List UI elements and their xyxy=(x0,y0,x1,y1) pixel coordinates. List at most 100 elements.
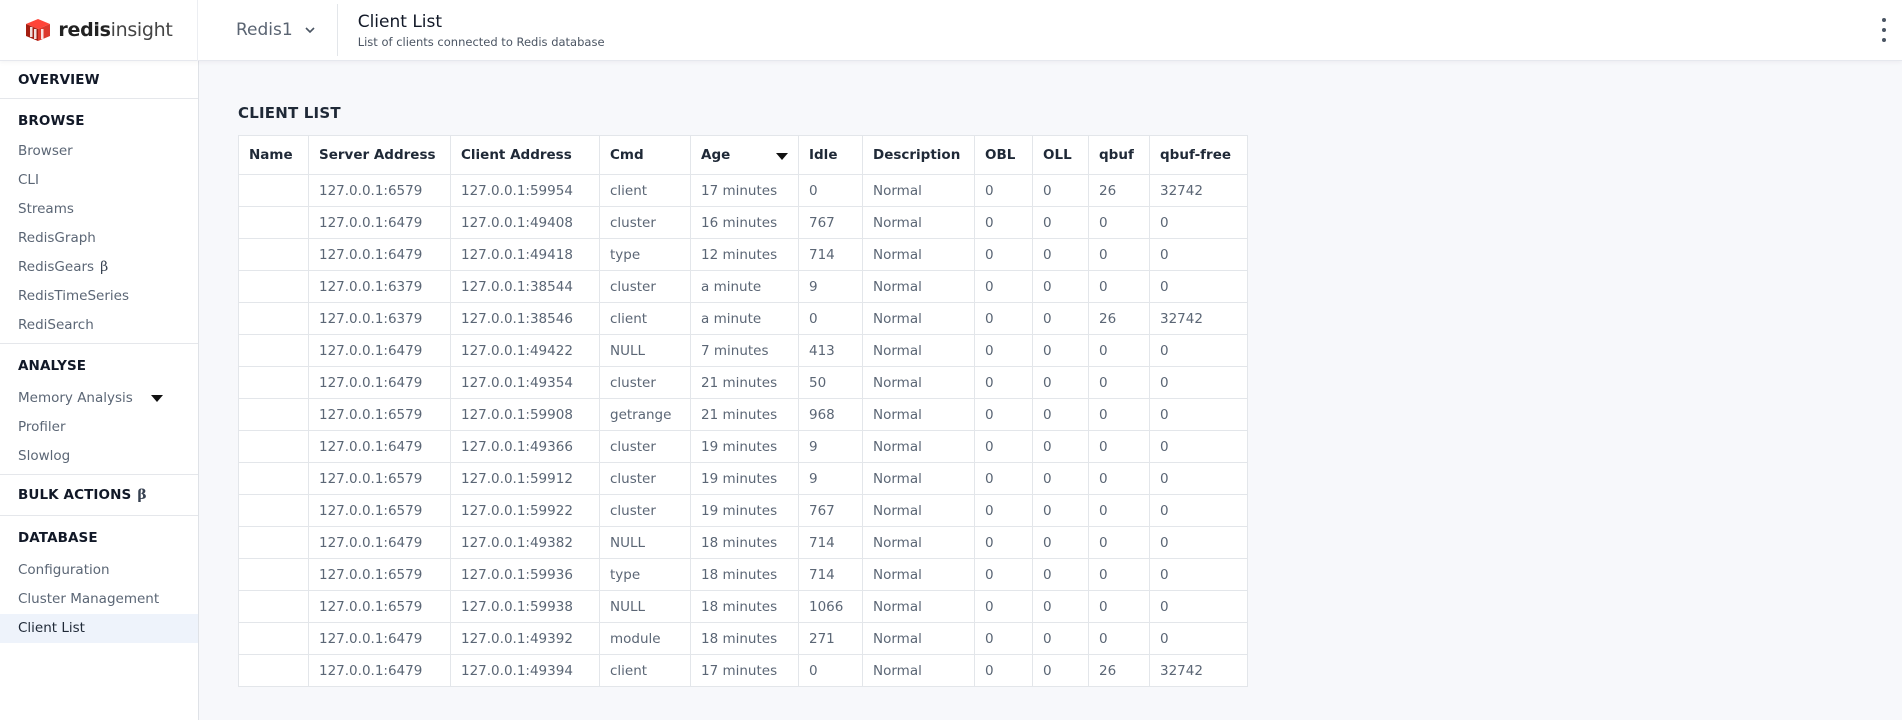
column-header-server-address[interactable]: Server Address xyxy=(308,135,451,175)
cell-obl: 0 xyxy=(974,270,1033,303)
cell-idle: 9 xyxy=(798,430,863,463)
logo-text: redisinsight xyxy=(58,19,173,41)
cell-oll: 0 xyxy=(1032,558,1089,591)
table-row[interactable]: 127.0.0.1:6579 127.0.0.1:59954 client 17 mi… xyxy=(238,174,1248,207)
chevron-down-icon xyxy=(305,27,315,34)
section-title-browse: BROWSE xyxy=(18,113,85,129)
cell-qbuf-free: 0 xyxy=(1149,494,1248,527)
column-header-name[interactable]: Name xyxy=(238,135,309,175)
sidebar-item-configuration[interactable]: Configuration xyxy=(0,556,198,585)
cell-server-address: 127.0.0.1:6379 xyxy=(308,302,451,335)
table-row[interactable]: 127.0.0.1:6579 127.0.0.1:59922 cluster 19 m… xyxy=(238,494,1248,527)
cell-server-address: 127.0.0.1:6579 xyxy=(308,558,451,591)
cell-cmd: cluster xyxy=(599,494,691,527)
cell-server-address: 127.0.0.1:6479 xyxy=(308,206,451,239)
table-row[interactable]: 127.0.0.1:6479 127.0.0.1:49408 cluster 16 m… xyxy=(238,206,1248,239)
column-label: Description xyxy=(873,147,961,163)
column-header-cmd[interactable]: Cmd xyxy=(599,135,691,175)
cell-qbuf-free: 0 xyxy=(1149,366,1248,399)
logo[interactable]: redisinsight xyxy=(0,0,198,61)
cell-qbuf-free: 32742 xyxy=(1149,174,1248,207)
sidebar-item-browser[interactable]: Browser xyxy=(0,137,198,166)
nav-label: Profiler xyxy=(18,419,66,435)
cell-qbuf-free: 0 xyxy=(1149,526,1248,559)
page-title: Client List xyxy=(357,11,443,32)
cell-client-address: 127.0.0.1:49366 xyxy=(450,430,600,463)
cell-description: Normal xyxy=(862,302,975,335)
cell-cmd: NULL xyxy=(599,334,691,367)
cell-cmd: cluster xyxy=(599,462,691,495)
cell-idle: 0 xyxy=(798,302,863,335)
cell-qbuf-free: 0 xyxy=(1149,622,1248,655)
column-header-age[interactable]: Age xyxy=(690,135,799,175)
table-row[interactable]: 127.0.0.1:6479 127.0.0.1:49418 type 12 minu… xyxy=(238,238,1248,271)
table-row[interactable]: 127.0.0.1:6479 127.0.0.1:49366 cluster 19 m… xyxy=(238,430,1248,463)
cell-obl: 0 xyxy=(974,398,1033,431)
caret-down-icon[interactable] xyxy=(151,395,163,402)
table-row[interactable]: 127.0.0.1:6479 127.0.0.1:49392 module 18 mi… xyxy=(238,622,1248,655)
sidebar-bulk-actions[interactable]: BULK ACTIONS β xyxy=(0,475,198,515)
cell-description: Normal xyxy=(862,654,975,687)
table-row[interactable]: 127.0.0.1:6579 127.0.0.1:59938 NULL 18 minu… xyxy=(238,590,1248,623)
sort-descending-icon[interactable] xyxy=(776,153,788,160)
cell-age: a minute xyxy=(690,302,799,335)
column-header-oll[interactable]: OLL xyxy=(1032,135,1089,175)
column-header-client-address[interactable]: Client Address xyxy=(450,135,600,175)
sidebar-item-redisgraph[interactable]: RedisGraph xyxy=(0,224,198,253)
sidebar-item-cluster-management[interactable]: Cluster Management xyxy=(0,585,198,614)
cell-idle: 767 xyxy=(798,206,863,239)
table-row[interactable]: 127.0.0.1:6379 127.0.0.1:38544 cluster a mi… xyxy=(238,270,1248,303)
cell-obl: 0 xyxy=(974,526,1033,559)
cell-name xyxy=(238,398,309,431)
cell-oll: 0 xyxy=(1032,462,1089,495)
sidebar-item-memory-analysis[interactable]: Memory Analysis xyxy=(0,384,198,413)
sidebar-item-redistimeseries[interactable]: RedisTimeSeries xyxy=(0,282,198,311)
kebab-menu-icon[interactable] xyxy=(1878,18,1890,42)
cell-description: Normal xyxy=(862,526,975,559)
column-header-qbuf-free[interactable]: qbuf-free xyxy=(1149,135,1248,175)
column-header-qbuf[interactable]: qbuf xyxy=(1088,135,1150,175)
nav-label: RediSearch xyxy=(18,317,94,333)
table-row[interactable]: 127.0.0.1:6479 127.0.0.1:49354 cluster 21 m… xyxy=(238,366,1248,399)
nav-label: Streams xyxy=(18,201,74,217)
cell-server-address: 127.0.0.1:6479 xyxy=(308,430,451,463)
cell-qbuf: 0 xyxy=(1088,270,1150,303)
column-header-description[interactable]: Description xyxy=(862,135,975,175)
column-header-obl[interactable]: OBL xyxy=(974,135,1033,175)
cell-cmd: type xyxy=(599,238,691,271)
table-row[interactable]: 127.0.0.1:6379 127.0.0.1:38546 client a min… xyxy=(238,302,1248,335)
database-selector[interactable]: Redis1 xyxy=(198,0,337,61)
sidebar-item-overview[interactable]: OVERVIEW xyxy=(0,72,118,88)
sidebar-item-slowlog[interactable]: Slowlog xyxy=(0,442,198,471)
column-label: Server Address xyxy=(319,147,436,163)
cell-cmd: cluster xyxy=(599,270,691,303)
cell-obl: 0 xyxy=(974,430,1033,463)
cell-obl: 0 xyxy=(974,590,1033,623)
column-header-idle[interactable]: Idle xyxy=(798,135,863,175)
cell-qbuf: 26 xyxy=(1088,654,1150,687)
cell-idle: 0 xyxy=(798,654,863,687)
sidebar-item-redisearch[interactable]: RediSearch xyxy=(0,311,198,340)
cell-client-address: 127.0.0.1:59936 xyxy=(450,558,600,591)
cell-description: Normal xyxy=(862,462,975,495)
sidebar-item-profiler[interactable]: Profiler xyxy=(0,413,198,442)
section-title-database: DATABASE xyxy=(18,530,98,546)
column-label: Name xyxy=(249,147,293,163)
table-row[interactable]: 127.0.0.1:6479 127.0.0.1:49382 NULL 18 minu… xyxy=(238,526,1248,559)
nav-label: Configuration xyxy=(18,562,110,578)
sidebar-item-redisgears[interactable]: RedisGears β xyxy=(0,253,198,282)
table-row[interactable]: 127.0.0.1:6479 127.0.0.1:49394 client 17 mi… xyxy=(238,654,1248,687)
cell-qbuf: 0 xyxy=(1088,462,1150,495)
table-row[interactable]: 127.0.0.1:6579 127.0.0.1:59936 type 18 minu… xyxy=(238,558,1248,591)
sidebar-item-streams[interactable]: Streams xyxy=(0,195,198,224)
sidebar-item-client-list[interactable]: Client List xyxy=(0,614,198,643)
cell-server-address: 127.0.0.1:6479 xyxy=(308,238,451,271)
nav-label: Cluster Management xyxy=(18,591,160,607)
table-row[interactable]: 127.0.0.1:6579 127.0.0.1:59912 cluster 19 m… xyxy=(238,462,1248,495)
nav-label: CLI xyxy=(18,172,39,188)
table-row[interactable]: 127.0.0.1:6579 127.0.0.1:59908 getrange 21 … xyxy=(238,398,1248,431)
table-row[interactable]: 127.0.0.1:6479 127.0.0.1:49422 NULL 7 minut… xyxy=(238,334,1248,367)
sidebar-item-cli[interactable]: CLI xyxy=(0,166,198,195)
sidebar-overview[interactable]: OVERVIEW xyxy=(0,61,198,98)
sidebar-item-bulk-actions[interactable]: BULK ACTIONS xyxy=(18,487,131,503)
